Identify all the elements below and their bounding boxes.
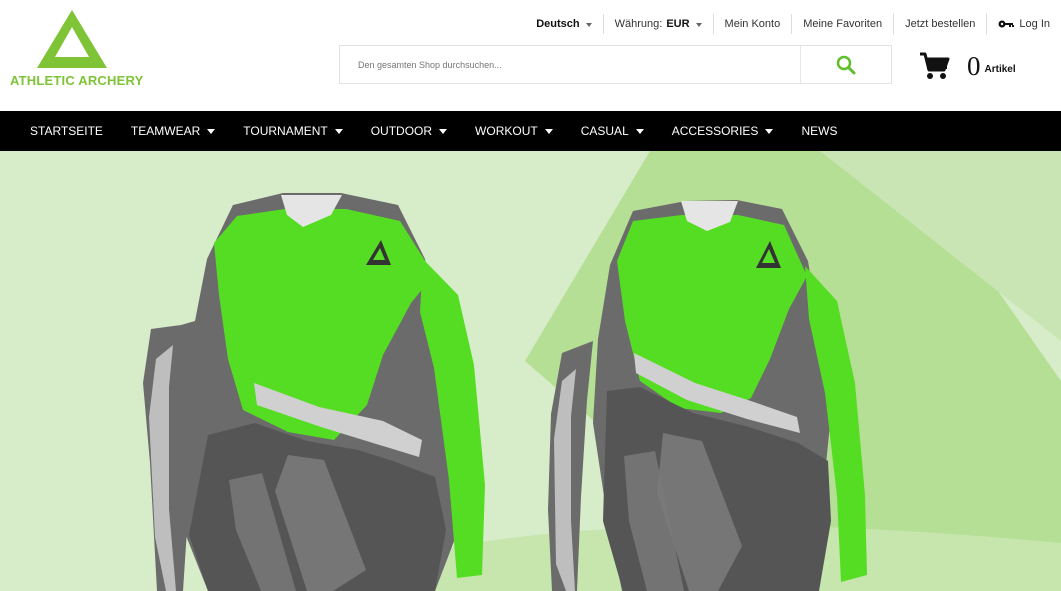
- chevron-down-icon: [207, 128, 216, 134]
- jersey-image-womens[interactable]: [537, 191, 877, 591]
- chevron-down-icon: [334, 128, 343, 134]
- search-icon: [836, 55, 856, 74]
- login-label: Log In: [1019, 18, 1050, 30]
- language-selector[interactable]: Deutsch: [525, 14, 602, 34]
- womens-jersey-graphic: [548, 200, 867, 591]
- nav-item-label: ACCESSORIES: [671, 124, 759, 138]
- nav-item-label: NEWS: [801, 124, 838, 138]
- nav-item-teamwear[interactable]: TEAMWEAR: [130, 111, 216, 151]
- cart-icon: [920, 52, 950, 79]
- nav-item-label: TEAMWEAR: [130, 124, 201, 138]
- favorites-link[interactable]: Meine Favoriten: [791, 14, 893, 34]
- chevron-down-icon: [585, 23, 592, 27]
- cart-label: Artikel: [984, 64, 1016, 75]
- nav-item-label: WORKOUT: [475, 124, 538, 138]
- nav-item-workout[interactable]: WORKOUT: [475, 111, 553, 151]
- search-input[interactable]: [340, 46, 800, 83]
- checkout-link[interactable]: Jetzt bestellen: [893, 14, 986, 34]
- nav-item-tournament[interactable]: TOURNAMENT: [243, 111, 343, 151]
- page: ATHLETIC ARCHERY Deutsch Währung: EUR Me…: [0, 0, 1061, 591]
- nav-item-label: OUTDOOR: [370, 124, 433, 138]
- key-icon: [998, 20, 1015, 28]
- cart-count: 0: [967, 50, 981, 81]
- language-label: Deutsch: [536, 18, 580, 30]
- jersey-image-mens[interactable]: [133, 185, 493, 591]
- my-account-link[interactable]: Mein Konto: [712, 14, 792, 34]
- nav-item-label: STARTSEITE: [30, 124, 103, 138]
- nav-item-label: TOURNAMENT: [243, 124, 328, 138]
- mens-jersey-graphic: [143, 193, 485, 591]
- currency-label: Währung:: [614, 18, 663, 30]
- nav-item-label: CASUAL: [580, 124, 629, 138]
- nav-item-outdoor[interactable]: OUTDOOR: [370, 111, 448, 151]
- chevron-down-icon: [439, 128, 448, 134]
- nav-item-accessories[interactable]: ACCESSORIES: [672, 111, 774, 151]
- hero-banner[interactable]: [0, 151, 1061, 591]
- chevron-down-icon: [695, 23, 702, 27]
- brand-name: ATHLETIC ARCHERY: [10, 73, 144, 88]
- login-link[interactable]: Log In: [986, 14, 1061, 34]
- brand-logo[interactable]: ATHLETIC ARCHERY: [10, 10, 160, 95]
- search-button[interactable]: [800, 46, 891, 83]
- currency-selector[interactable]: Währung: EUR: [602, 14, 713, 34]
- main-navigation: STARTSEITE TEAMWEAR TOURNAMENT OUTDOOR W…: [0, 111, 1061, 151]
- cart-widget[interactable]: 0 Artikel: [919, 48, 1050, 84]
- chevron-down-icon: [544, 128, 553, 134]
- search-bar: [339, 45, 892, 84]
- nav-item-news[interactable]: NEWS: [801, 111, 837, 151]
- nav-item-startseite[interactable]: STARTSEITE: [30, 111, 103, 151]
- top-utility-bar: Deutsch Währung: EUR Mein Konto Meine Fa…: [525, 11, 1061, 37]
- nav-item-casual[interactable]: CASUAL: [581, 111, 644, 151]
- chevron-down-icon: [635, 128, 644, 134]
- currency-value: EUR: [666, 18, 690, 30]
- chevron-down-icon: [765, 128, 774, 134]
- site-header: ATHLETIC ARCHERY Deutsch Währung: EUR Me…: [0, 0, 1061, 111]
- brand-logo-icon: [37, 10, 107, 68]
